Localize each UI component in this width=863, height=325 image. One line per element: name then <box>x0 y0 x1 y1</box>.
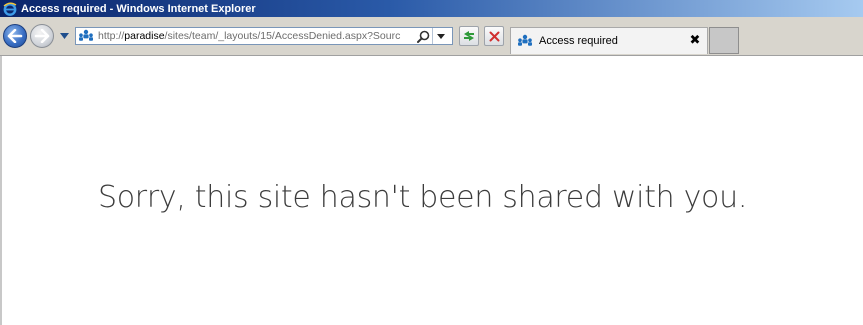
stop-icon <box>489 31 499 41</box>
close-icon[interactable]: ✖ <box>688 32 702 47</box>
tab-label: Access required <box>539 35 618 47</box>
new-tab-button[interactable] <box>709 27 739 54</box>
window-title: Access required - Windows Internet Explo… <box>21 2 256 15</box>
url-prefix: http:// <box>98 30 125 42</box>
window-title-bar: Access required - Windows Internet Explo… <box>0 0 863 17</box>
address-dropdown-button[interactable] <box>432 28 449 44</box>
access-denied-message: Sorry, this site hasn't been shared with… <box>98 180 748 215</box>
internet-explorer-logo-icon <box>3 2 17 16</box>
refresh-icon <box>464 31 474 41</box>
sharepoint-people-icon <box>517 33 533 49</box>
chevron-down-icon <box>59 33 69 39</box>
address-bar[interactable]: http://paradise/sites/team/_layouts/15/A… <box>75 27 453 45</box>
sharepoint-people-icon <box>78 28 94 44</box>
tab-access-required[interactable]: Access required ✖ <box>510 27 708 54</box>
back-button[interactable] <box>3 24 27 48</box>
url-host: paradise <box>124 30 165 42</box>
refresh-button[interactable] <box>459 26 479 46</box>
url-text[interactable]: http://paradise/sites/team/_layouts/15/A… <box>98 30 416 42</box>
browser-toolbar: http://paradise/sites/team/_layouts/15/A… <box>0 17 863 56</box>
search-icon[interactable] <box>416 29 430 43</box>
back-arrow-icon <box>7 29 23 43</box>
forward-arrow-icon <box>34 29 50 43</box>
url-path: /sites/team/_layouts/15/AccessDenied.asp… <box>164 30 401 42</box>
forward-button[interactable] <box>30 24 54 48</box>
chevron-down-icon <box>437 33 445 39</box>
page-content: Sorry, this site hasn't been shared with… <box>0 56 863 325</box>
stop-button[interactable] <box>484 26 504 46</box>
recent-pages-dropdown[interactable] <box>58 31 70 41</box>
